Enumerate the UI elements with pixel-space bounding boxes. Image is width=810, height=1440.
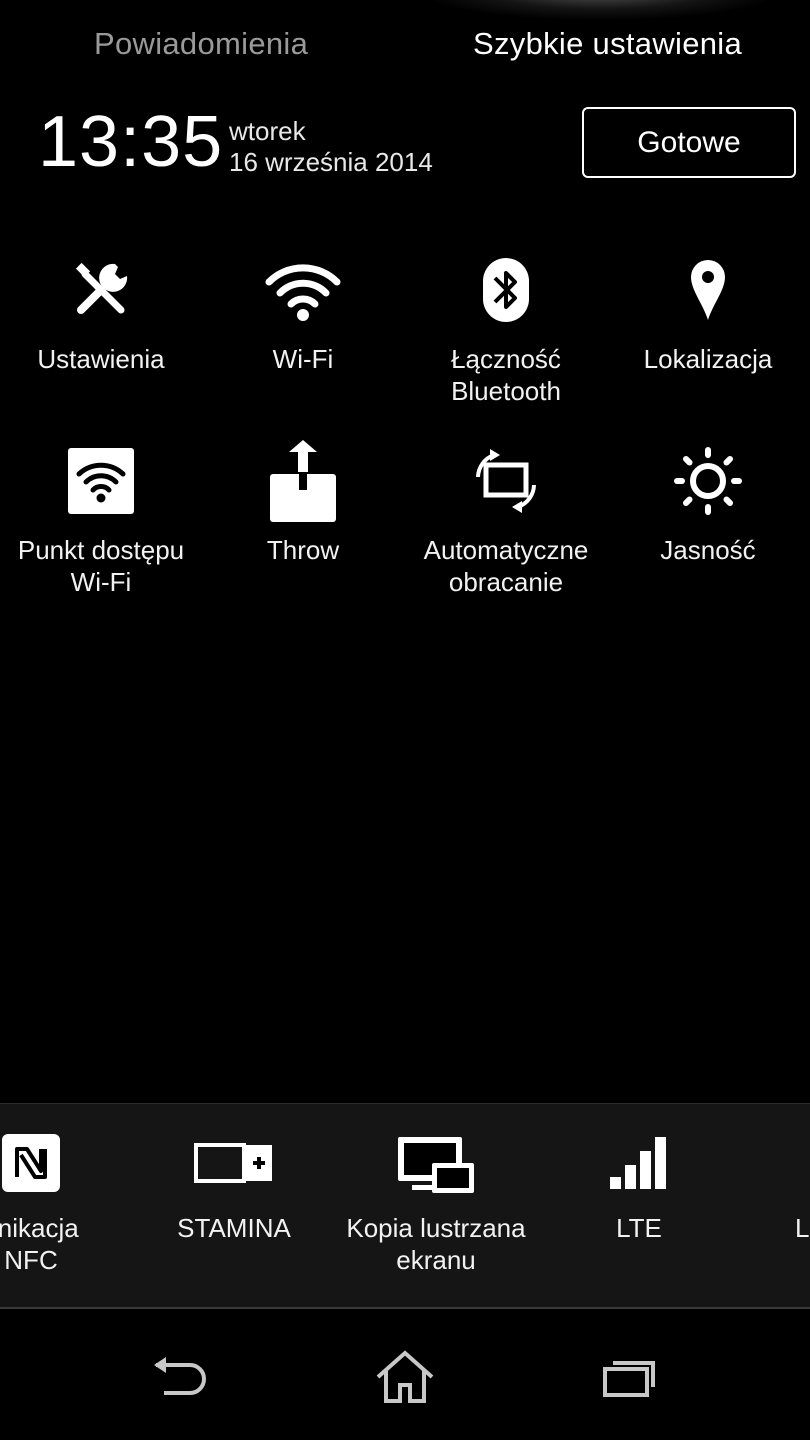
toggle-label-line2: ekranu <box>396 1245 476 1275</box>
toggle-label-line1: Kopia lustrzana <box>346 1213 526 1243</box>
home-button[interactable] <box>355 1347 455 1407</box>
tile-settings[interactable]: Ustawienia <box>0 255 202 415</box>
tab-bar: Powiadomienia Szybkie ustawienia <box>0 0 810 92</box>
toggle-partial[interactable]: L <box>795 1128 810 1298</box>
tab-notifications[interactable]: Powiadomienia <box>94 26 308 62</box>
bluetooth-icon <box>405 255 607 325</box>
tile-wifi[interactable]: Wi-Fi <box>202 255 404 415</box>
home-icon <box>376 1350 434 1403</box>
throw-icon <box>202 438 404 524</box>
tile-location[interactable]: Lokalizacja <box>607 255 809 415</box>
back-icon <box>154 1357 206 1395</box>
wifi-hotspot-icon <box>0 446 202 516</box>
tile-wifi-hotspot[interactable]: Punkt dostępu Wi-Fi <box>0 446 202 606</box>
clock-time: 13:35 <box>38 102 224 182</box>
quick-toggle-strip[interactable]: unikacja NFC STAMINA Kopia lustrzana <box>0 1103 810 1309</box>
tab-quick-settings[interactable]: Szybkie ustawienia <box>473 26 742 62</box>
toggle-screen-mirroring[interactable]: Kopia lustrzana ekranu <box>331 1128 541 1298</box>
tile-auto-rotate[interactable]: Automatyczne obracanie <box>405 446 607 606</box>
stamina-battery-icon <box>129 1128 339 1198</box>
done-button[interactable]: Gotowe <box>582 107 796 178</box>
weekday-label: wtorek <box>229 116 306 146</box>
tile-brightness[interactable]: Jasność <box>607 446 809 606</box>
wifi-icon <box>202 255 404 325</box>
tile-label-line2: Wi-Fi <box>70 567 132 597</box>
tile-label: Lokalizacja <box>643 344 773 374</box>
toggle-nfc[interactable]: unikacja NFC <box>0 1128 136 1298</box>
toggle-lte[interactable]: LTE <box>534 1128 744 1298</box>
settings-tools-icon <box>0 255 202 325</box>
tile-label-line2: Bluetooth <box>451 376 561 406</box>
toggle-label: L <box>795 1213 810 1243</box>
recents-button[interactable] <box>580 1347 680 1407</box>
tile-bluetooth[interactable]: Łączność Bluetooth <box>405 255 607 415</box>
auto-rotate-icon <box>405 446 607 516</box>
tile-label: Wi-Fi <box>272 344 334 374</box>
toggle-stamina[interactable]: STAMINA <box>129 1128 339 1298</box>
signal-bars-icon <box>534 1128 744 1198</box>
tile-label-line1: Automatyczne <box>423 535 589 565</box>
date-label: 16 września 2014 <box>229 147 433 177</box>
recents-icon <box>603 1361 655 1397</box>
tile-label: Ustawienia <box>37 344 165 374</box>
screen-mirroring-icon <box>331 1128 541 1198</box>
toggle-label: LTE <box>616 1213 662 1243</box>
tile-label: Jasność <box>660 535 756 565</box>
nfc-icon <box>0 1128 136 1198</box>
navigation-bar <box>0 1311 810 1440</box>
tile-label-line1: Punkt dostępu <box>17 535 185 565</box>
tile-label-line1: Łączność <box>451 344 561 374</box>
brightness-icon <box>607 446 809 516</box>
toggle-label-line2: NFC <box>4 1245 58 1275</box>
toggle-label: STAMINA <box>177 1213 291 1243</box>
tile-throw[interactable]: Throw <box>202 440 404 606</box>
location-pin-icon <box>607 255 809 325</box>
active-tab-glow <box>420 0 780 20</box>
back-button[interactable] <box>130 1347 230 1407</box>
tile-label-line2: obracanie <box>448 567 564 597</box>
tile-label: Throw <box>266 535 340 565</box>
